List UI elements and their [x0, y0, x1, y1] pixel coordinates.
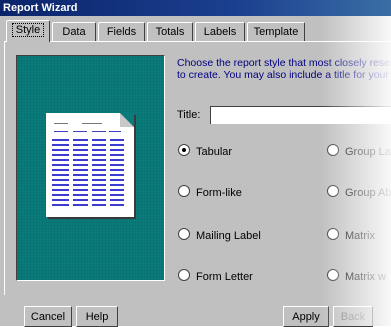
tab-style[interactable]: Style	[6, 20, 50, 42]
radio-form-letter[interactable]: Form Letter	[178, 269, 253, 283]
radio-button[interactable]	[327, 269, 339, 281]
radio-tabular[interactable]: Tabular	[178, 144, 232, 158]
radio-button[interactable]	[327, 228, 339, 240]
report-wizard-window: Report Wizard Style Data Fields Totals L…	[0, 0, 391, 327]
button-bar: Cancel Help Apply Back	[0, 302, 391, 327]
preview-header-line	[54, 123, 68, 124]
style-preview	[16, 55, 165, 281]
radio-matrix-with[interactable]: Matrix w	[327, 269, 386, 283]
tab-fields[interactable]: Fields	[98, 22, 145, 41]
back-button[interactable]: Back	[333, 306, 373, 327]
tab-totals[interactable]: Totals	[147, 22, 193, 41]
window-title: Report Wizard	[3, 2, 78, 14]
preview-column-header	[54, 131, 68, 132]
radio-button[interactable]	[327, 185, 339, 197]
preview-column-header	[73, 131, 87, 132]
preview-column-header	[92, 131, 106, 132]
apply-button[interactable]: Apply	[283, 306, 329, 327]
preview-column-gap	[88, 139, 92, 209]
tab-labels[interactable]: Labels	[195, 22, 245, 41]
radio-button-selected[interactable]	[178, 144, 190, 156]
radio-button[interactable]	[327, 144, 339, 156]
radio-button[interactable]	[178, 185, 190, 197]
tab-strip: Style Data Fields Totals Labels Template	[4, 20, 391, 42]
title-label: Title:	[177, 109, 201, 121]
radio-matrix[interactable]: Matrix	[327, 228, 375, 242]
preview-header-line	[82, 123, 102, 124]
radio-group-above[interactable]: Group Ab	[327, 185, 391, 199]
radio-group-layout[interactable]: Group La	[327, 144, 391, 158]
radio-button[interactable]	[178, 269, 190, 281]
tab-data[interactable]: Data	[52, 22, 96, 41]
radio-button[interactable]	[178, 228, 190, 240]
preview-column-gap	[69, 139, 73, 209]
title-bar: Report Wizard	[0, 0, 391, 16]
page-fold-icon	[120, 113, 134, 127]
radio-mailing-label[interactable]: Mailing Label	[178, 228, 261, 242]
title-input[interactable]	[210, 106, 391, 124]
radio-form-like[interactable]: Form-like	[178, 185, 242, 199]
help-button[interactable]: Help	[76, 306, 118, 327]
cancel-button[interactable]: Cancel	[24, 306, 72, 327]
preview-column-gap	[106, 139, 110, 209]
style-description: Choose the report style that most closel…	[177, 57, 391, 81]
tab-template[interactable]: Template	[247, 22, 305, 41]
preview-column-header	[109, 131, 121, 132]
report-preview-page	[46, 113, 134, 217]
